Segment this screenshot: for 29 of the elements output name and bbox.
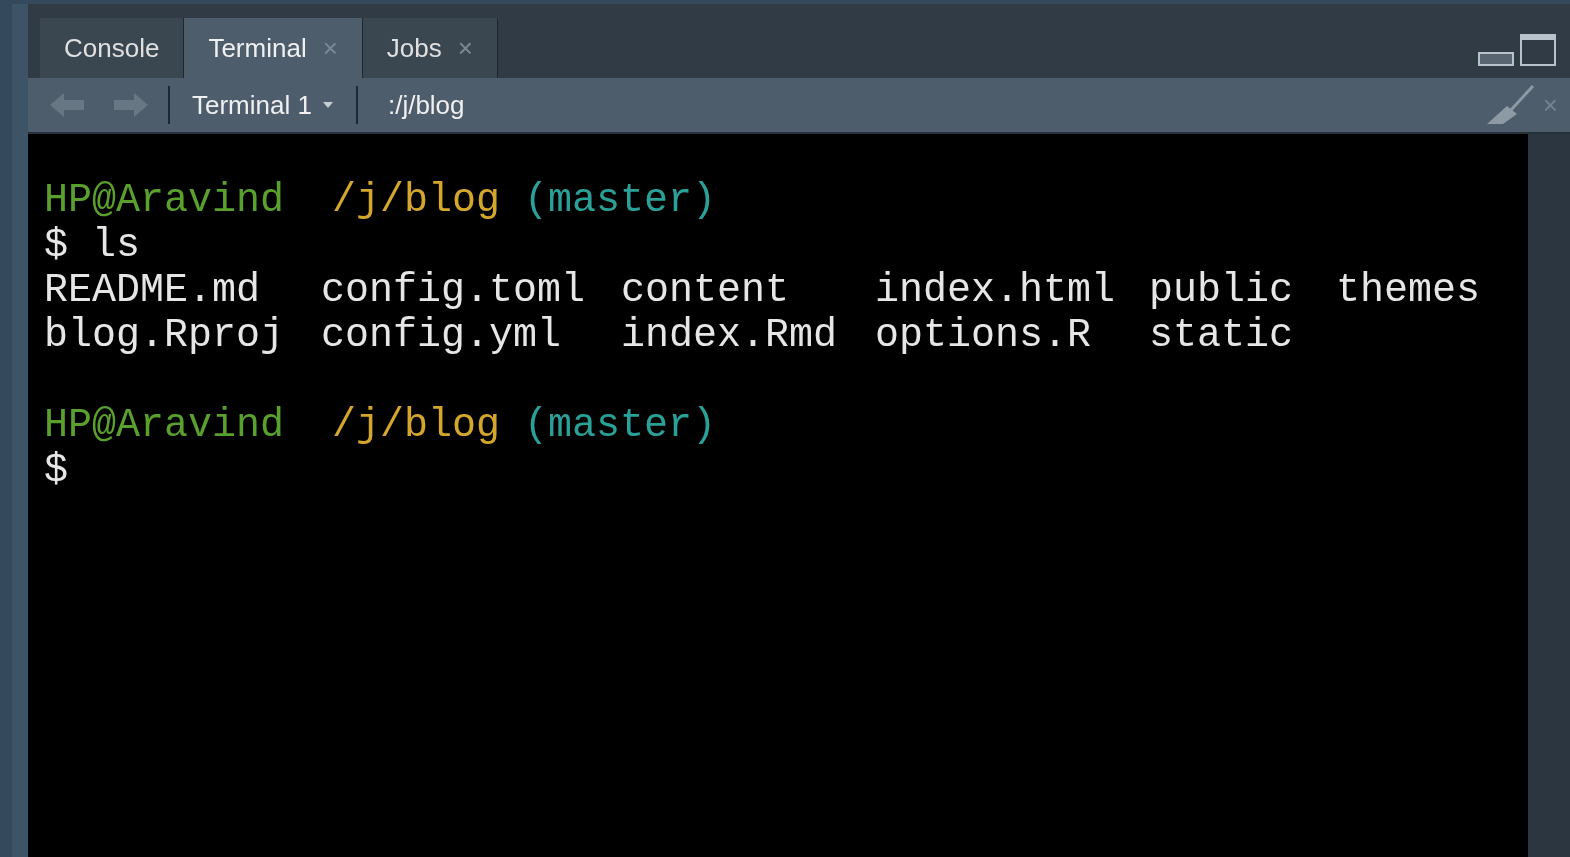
minimize-icon[interactable]: [1478, 52, 1514, 66]
tab[interactable]: Jobs ×: [362, 18, 498, 78]
file-name: index.html: [875, 268, 1116, 313]
file-name: themes: [1336, 268, 1481, 313]
path-text: :/j/blog: [387, 88, 465, 122]
prompt-text: HP@Aravind: [44, 403, 285, 448]
file-name: static: [1149, 313, 1294, 358]
back-arrow-icon[interactable]: [48, 91, 86, 119]
prompt-text: HP@Aravind: [44, 178, 285, 223]
file-name: README.md: [44, 268, 261, 313]
caret-icon: [321, 101, 334, 109]
prompt-text: /j/blog: [332, 403, 501, 448]
file-name: index.Rmd: [621, 313, 838, 358]
forward-arrow-icon[interactable]: [112, 91, 150, 119]
command-text: $: [44, 448, 68, 493]
file-name: content: [621, 268, 790, 313]
terminal-dropdown[interactable]: Terminal 1: [170, 85, 356, 125]
file-name: config.toml: [321, 268, 586, 313]
tab[interactable]: Terminal ×: [184, 18, 363, 78]
file-name: blog.Rproj: [44, 313, 285, 358]
file-name: config.yml: [321, 313, 562, 358]
file-name: public: [1149, 268, 1294, 313]
file-name: options.R: [875, 313, 1092, 358]
prompt-text: (master): [524, 403, 717, 448]
tab[interactable]: Console: [40, 18, 185, 78]
maximize-icon[interactable]: [1520, 34, 1556, 66]
prompt-text: (master): [524, 178, 717, 223]
command-text: $ ls: [44, 223, 140, 268]
prompt-text: /j/blog: [332, 178, 501, 223]
